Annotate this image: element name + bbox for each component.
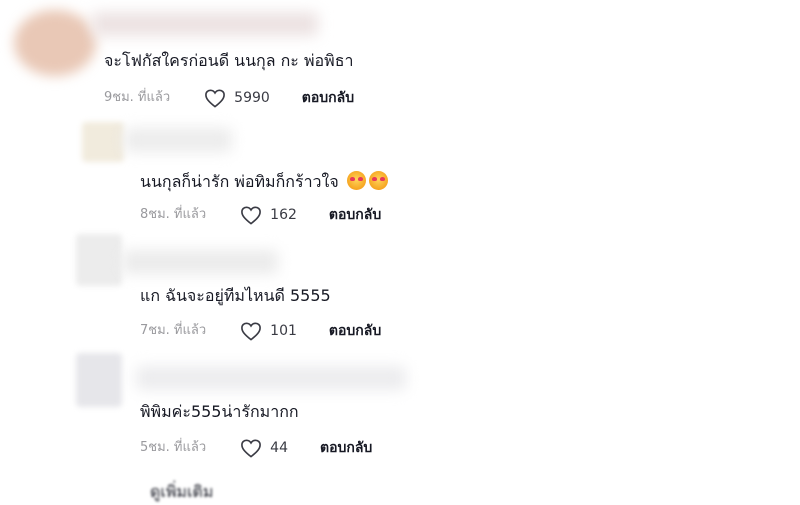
heart-icon (241, 206, 262, 225)
like-count: 101 (270, 323, 297, 339)
like-count: 5990 (234, 90, 270, 106)
comment-meta: 7ชม. ที่แล้ว 101 ตอบกลับ (140, 321, 381, 341)
like-button[interactable]: 101 (240, 321, 297, 341)
comment-meta: 5ชม. ที่แล้ว 44 ตอบกลับ (140, 438, 372, 458)
comment-text: จะโฟกัสใครก่อนดี นนกุล กะ พ่อพิธา (104, 51, 354, 70)
smiling-face-with-hearts-icon (346, 171, 366, 190)
like-count: 44 (270, 440, 288, 456)
username-blurred[interactable] (124, 128, 232, 152)
like-button[interactable]: 5990 (204, 88, 270, 108)
comment-time: 7ชม. ที่แล้ว (140, 323, 207, 338)
like-count: 162 (270, 207, 297, 223)
reply-button[interactable]: ตอบกลับ (320, 439, 372, 457)
reply-button[interactable]: ตอบกลับ (302, 89, 354, 107)
reply-button[interactable]: ตอบกลับ (329, 322, 381, 340)
view-more-link[interactable]: ดูเพิ่มเติม (150, 480, 213, 505)
comment-text: แก ฉันจะอยู่ทีมไหนดี 5555 (140, 286, 331, 305)
comment-meta: 8ชม. ที่แล้ว 162 ตอบกลับ (140, 205, 381, 225)
avatar[interactable] (82, 122, 124, 162)
smiling-face-with-hearts-icon (368, 171, 388, 190)
like-button[interactable]: 162 (240, 205, 297, 225)
avatar[interactable] (14, 10, 96, 76)
comment-text-content: นนกุลก็น่ารัก พ่อทิมก็กร้าวใจ (140, 172, 339, 191)
comment-time: 9ชม. ที่แล้ว (104, 90, 171, 105)
username-blurred[interactable] (122, 250, 278, 274)
avatar[interactable] (76, 353, 122, 407)
like-button[interactable]: 44 (240, 438, 288, 458)
reply-button[interactable]: ตอบกลับ (329, 206, 381, 224)
avatar[interactable] (76, 234, 122, 286)
heart-icon (241, 322, 262, 341)
comment-time: 5ชม. ที่แล้ว (140, 440, 207, 455)
comment-text: พิพิมค่ะ555น่ารักมากก (140, 402, 299, 421)
comment-time: 8ชม. ที่แล้ว (140, 207, 207, 222)
heart-icon (241, 439, 262, 458)
heart-icon (205, 89, 226, 108)
username-blurred[interactable] (92, 12, 318, 36)
username-blurred[interactable] (136, 366, 406, 390)
comment-text: นนกุลก็น่ารัก พ่อทิมก็กร้าวใจ (140, 171, 388, 192)
comment-meta: 9ชม. ที่แล้ว 5990 ตอบกลับ (104, 88, 354, 108)
